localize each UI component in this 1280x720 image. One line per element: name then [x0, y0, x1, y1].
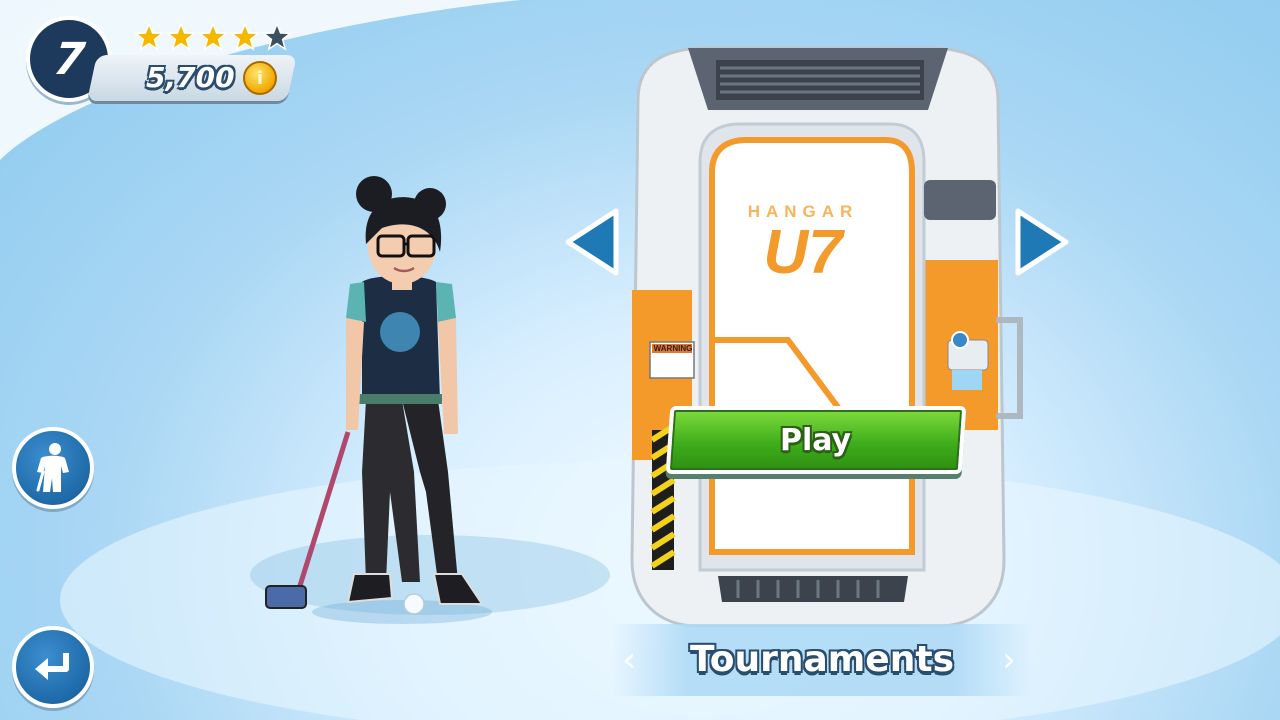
back-button[interactable] [12, 626, 94, 708]
next-mode-chevron-icon[interactable]: › [997, 640, 1021, 680]
play-button[interactable]: Play [665, 406, 967, 474]
golfer-customize-icon [36, 443, 69, 492]
pod-brand: HANGAR U7 [728, 202, 878, 284]
hangar-course-pod [630, 46, 1023, 628]
pod-brand-bottom: U7 [763, 218, 843, 287]
golfer-character [265, 176, 492, 624]
star-filled-icon [134, 22, 164, 51]
star-filled-icon [198, 22, 228, 51]
star-filled-icon [166, 22, 196, 51]
star-filled-icon [230, 22, 260, 51]
coin-balance: 5,700 [146, 61, 235, 94]
player-level-text: 7 [51, 33, 87, 85]
star-empty-icon [262, 22, 292, 51]
play-button-label: Play [780, 422, 852, 458]
pod-warning-label: WARNING [653, 344, 693, 353]
game-mode-label: Tournaments [689, 639, 954, 680]
player-rating-stars [134, 22, 292, 52]
customize-character-button[interactable] [12, 427, 94, 509]
previous-mode-chevron-icon[interactable]: ‹ [617, 640, 641, 680]
return-arrow-icon [35, 653, 69, 680]
coin-icon: i [243, 61, 277, 95]
